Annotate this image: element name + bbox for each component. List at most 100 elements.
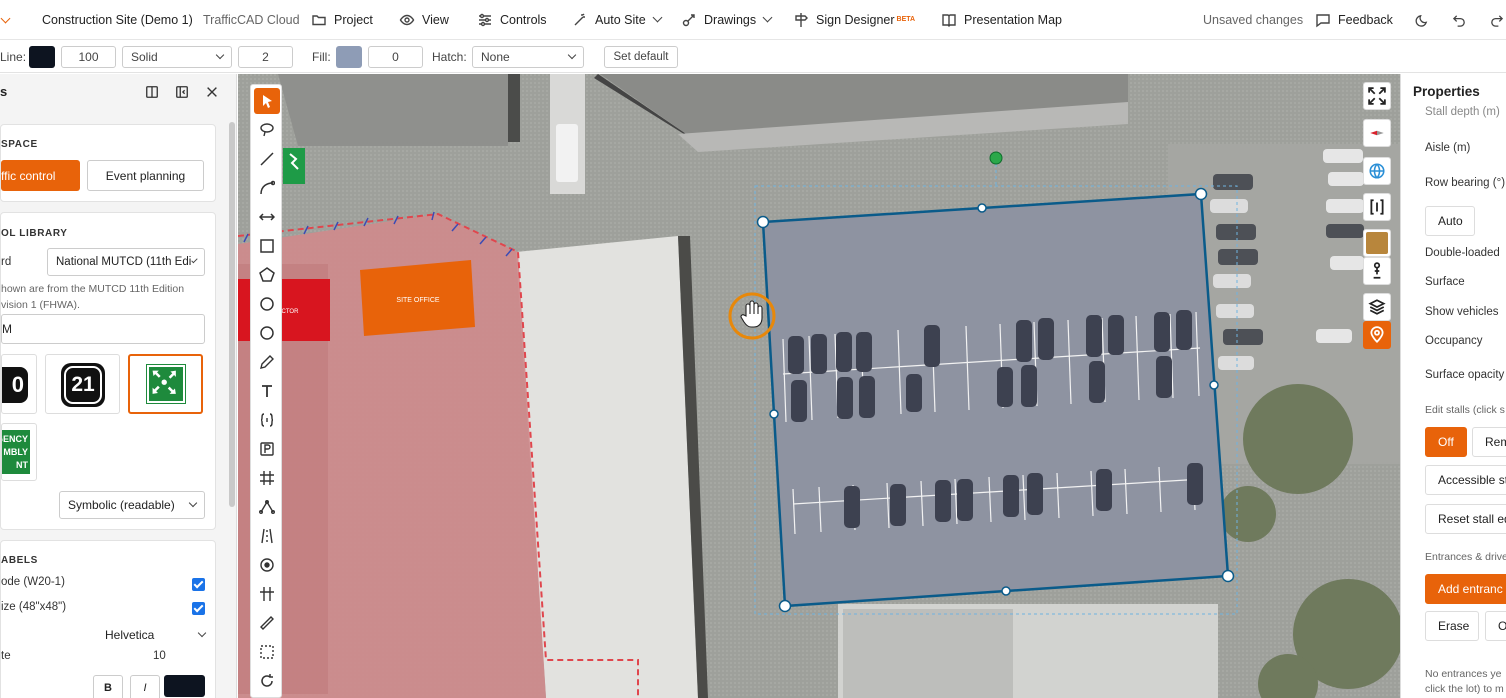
menu-drawings[interactable]: Drawings	[681, 12, 773, 28]
event-planning-button[interactable]: Event planning	[87, 160, 204, 191]
bold-button[interactable]: B	[93, 675, 123, 698]
collapse-panel-icon[interactable]	[175, 85, 189, 99]
line-style-select[interactable]: Solid	[122, 46, 232, 68]
rectangle-tool[interactable]	[254, 233, 280, 259]
left-panel: s SPACE ffic control Event planning OL L…	[0, 74, 237, 698]
curve-tool[interactable]	[254, 175, 280, 201]
render-mode-select[interactable]: Symbolic (readable)	[59, 491, 205, 519]
menu-controls[interactable]: Controls	[477, 12, 547, 28]
standard-select[interactable]: National MUTCD (11th Edi	[47, 248, 205, 276]
panel-title: s	[0, 84, 8, 99]
close-icon[interactable]	[205, 85, 219, 99]
workspace-card: SPACE ffic control Event planning	[0, 124, 216, 202]
symbol-search-input[interactable]: M	[1, 314, 205, 344]
sliders-icon	[479, 13, 491, 26]
feedback-button[interactable]: Feedback	[1315, 12, 1393, 28]
rotate-tool[interactable]	[254, 668, 280, 694]
symbol-search-value: M	[2, 322, 12, 336]
menu-auto-site[interactable]: Auto Site	[572, 12, 663, 28]
show-code-checkbox[interactable]	[192, 578, 205, 591]
select-tool[interactable]	[254, 88, 280, 114]
layers-button[interactable]	[1363, 293, 1391, 321]
lasso-tool[interactable]	[254, 117, 280, 143]
undo-icon[interactable]	[1452, 13, 1467, 28]
pencil-icon	[260, 355, 274, 369]
fill-opacity-value: 0	[392, 50, 399, 64]
font-value: Helvetica	[105, 628, 155, 642]
fullscreen-button[interactable]	[1363, 82, 1391, 110]
street-view-button[interactable]	[1363, 257, 1391, 285]
site-name[interactable]: Construction Site (Demo 1)	[42, 13, 193, 27]
other-entrance-button[interactable]: O	[1485, 611, 1506, 641]
compass-button[interactable]	[1363, 119, 1391, 147]
target-tool[interactable]	[254, 552, 280, 578]
line-weight-input[interactable]: 2	[238, 46, 293, 68]
emergency-assembly-sign[interactable]: GENCY MBLY NT	[1, 423, 37, 481]
area-select-tool[interactable]	[254, 639, 280, 665]
library-note-line2: vision 1 (FHWA).	[1, 299, 80, 311]
menu-presentation-map-label: Presentation Map	[964, 12, 1062, 27]
redo-icon[interactable]	[1489, 13, 1504, 28]
symbol-tile-21[interactable]: 21	[45, 354, 120, 414]
fill-opacity-input[interactable]: 0	[368, 46, 423, 68]
split-view-icon[interactable]	[145, 85, 159, 99]
font-size-value[interactable]: 10	[153, 650, 166, 662]
path-tool[interactable]	[254, 494, 280, 520]
polygon-tool[interactable]	[254, 262, 280, 288]
fill-color-swatch[interactable]	[336, 46, 362, 68]
menu-sign-designer[interactable]: Sign Designer BETA	[793, 12, 915, 28]
text-tool[interactable]	[254, 378, 280, 404]
symbol-tile-0[interactable]: 0	[1, 354, 37, 414]
moon-icon[interactable]	[1415, 13, 1430, 28]
ellipse-tool[interactable]	[254, 320, 280, 346]
line-color-swatch[interactable]	[29, 46, 55, 68]
accessible-stalls-button[interactable]: Accessible st	[1425, 465, 1506, 495]
bracket-button[interactable]	[1363, 193, 1391, 221]
signpost-icon	[795, 12, 808, 27]
line-tool[interactable]	[254, 146, 280, 172]
add-entrance-button[interactable]: Add entranc	[1425, 574, 1506, 604]
left-panel-scrollbar[interactable]	[229, 122, 235, 507]
location-button[interactable]	[1363, 321, 1391, 349]
edit-stalls-remove-button[interactable]: Rem	[1472, 427, 1506, 457]
intersection-tool[interactable]	[254, 581, 280, 607]
label-color-swatch[interactable]	[164, 675, 205, 697]
dashed-select-icon	[260, 645, 274, 659]
app-menu-chevron-icon[interactable]	[0, 13, 11, 24]
satellite-layer-button[interactable]	[1363, 229, 1391, 257]
parking-tool[interactable]	[254, 436, 280, 462]
surface-label: Surface	[1425, 276, 1465, 288]
menu-presentation-map[interactable]: Presentation Map	[941, 12, 1062, 28]
grid-tool[interactable]	[254, 465, 280, 491]
menu-project[interactable]: Project	[311, 12, 373, 28]
show-size-checkbox[interactable]	[192, 602, 205, 615]
road-tool[interactable]	[254, 523, 280, 549]
circle-tool[interactable]	[254, 291, 280, 317]
map-canvas[interactable]: TRACTOR SITE OFFICE	[238, 74, 1400, 698]
edit-stalls-off-button[interactable]: Off	[1425, 427, 1467, 457]
drawings-icon	[682, 13, 695, 26]
auto-bearing-button[interactable]: Auto	[1425, 206, 1475, 236]
sign-text-line2: MBLY	[3, 447, 28, 457]
reset-stall-edits-button[interactable]: Reset stall ed	[1425, 504, 1506, 534]
rotate-icon	[261, 674, 273, 687]
tile-0-number: 0	[11, 372, 24, 397]
hatch-select[interactable]: None	[472, 46, 584, 68]
erase-entrance-button[interactable]: Erase	[1425, 611, 1479, 641]
line-width-input[interactable]: 100	[61, 46, 116, 68]
traffic-control-button[interactable]: ffic control	[1, 160, 80, 191]
menu-view[interactable]: View	[399, 12, 449, 28]
line-width-value: 100	[78, 50, 99, 64]
callout-tool[interactable]	[254, 407, 280, 433]
standard-value: National MUTCD (11th Edi	[56, 256, 192, 268]
globe-button[interactable]	[1363, 157, 1391, 185]
book-icon	[942, 13, 956, 27]
italic-button[interactable]: I	[130, 675, 160, 698]
line-label: Line:	[0, 50, 27, 64]
font-select[interactable]: Helvetica	[105, 625, 207, 645]
dimension-tool[interactable]	[254, 204, 280, 230]
measure-tool[interactable]	[254, 610, 280, 636]
set-default-button[interactable]: Set default	[604, 46, 678, 68]
symbol-tile-assembly[interactable]	[128, 354, 203, 414]
pencil-tool[interactable]	[254, 349, 280, 375]
